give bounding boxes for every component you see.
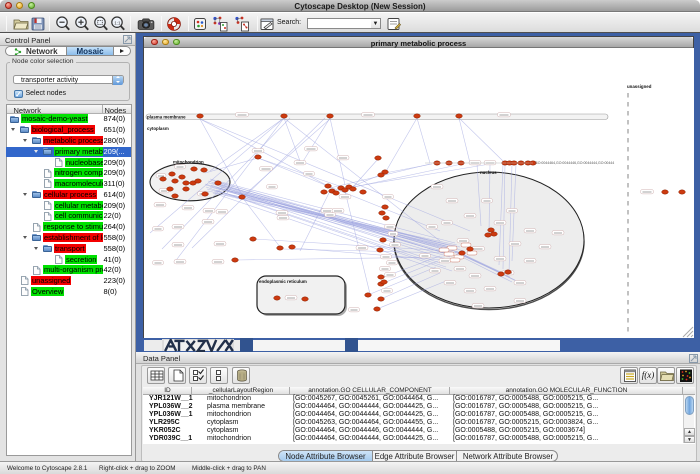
svg-text:1:1: 1:1 <box>114 20 121 25</box>
svg-text:cytoplasm: cytoplasm <box>147 126 169 131</box>
svg-text:GO:0044464,GO:0044446,GO:00444: GO:0044464,GO:0044446,GO:0044444,GO:0044… <box>535 161 614 165</box>
svg-text:endoplasmic reticulum: endoplasmic reticulum <box>259 279 307 284</box>
svg-text:nucleus: nucleus <box>480 170 497 175</box>
svg-text:mitochondrion: mitochondrion <box>173 160 204 165</box>
svg-text:unassigned: unassigned <box>627 84 652 89</box>
svg-text:plasma membrane: plasma membrane <box>147 115 186 120</box>
